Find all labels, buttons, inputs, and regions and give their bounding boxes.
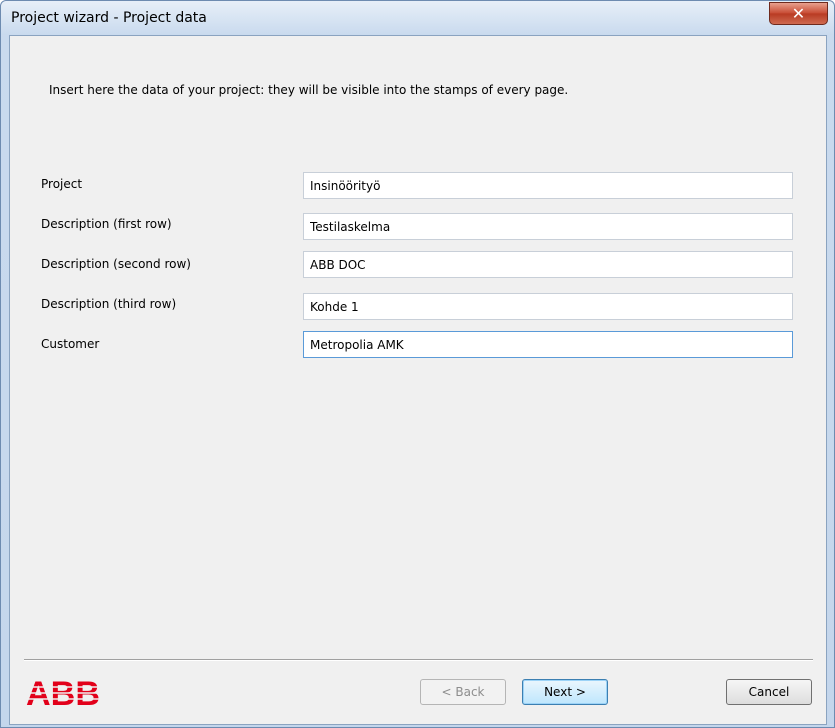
description-third-row-input[interactable] [303, 293, 793, 320]
close-icon: ✕ [791, 4, 806, 23]
description-third-row-label: Description (third row) [41, 297, 177, 311]
description-first-row-label: Description (first row) [41, 217, 172, 231]
customer-input[interactable] [303, 331, 793, 358]
intro-text: Insert here the data of your project: th… [49, 83, 569, 97]
abb-logo: ABB [26, 675, 102, 713]
next-button[interactable]: Next > [522, 679, 608, 705]
cancel-button[interactable]: Cancel [726, 679, 812, 705]
description-first-row-input[interactable] [303, 213, 793, 240]
project-label: Project [41, 177, 83, 191]
project-input[interactable] [303, 172, 793, 199]
title-bar[interactable]: Project wizard - Project data ✕ [1, 1, 834, 35]
wizard-window: Project wizard - Project data ✕ Insert h… [0, 0, 835, 728]
description-second-row-input[interactable] [303, 251, 793, 278]
footer-separator [24, 659, 813, 661]
window-title: Project wizard - Project data [11, 10, 207, 26]
back-button[interactable]: < Back [420, 679, 506, 705]
wizard-content: Insert here the data of your project: th… [9, 35, 827, 725]
close-button[interactable]: ✕ [769, 2, 828, 25]
description-second-row-label: Description (second row) [41, 257, 191, 271]
abb-logo-graphic: ABB [26, 675, 102, 713]
customer-label: Customer [41, 337, 100, 351]
